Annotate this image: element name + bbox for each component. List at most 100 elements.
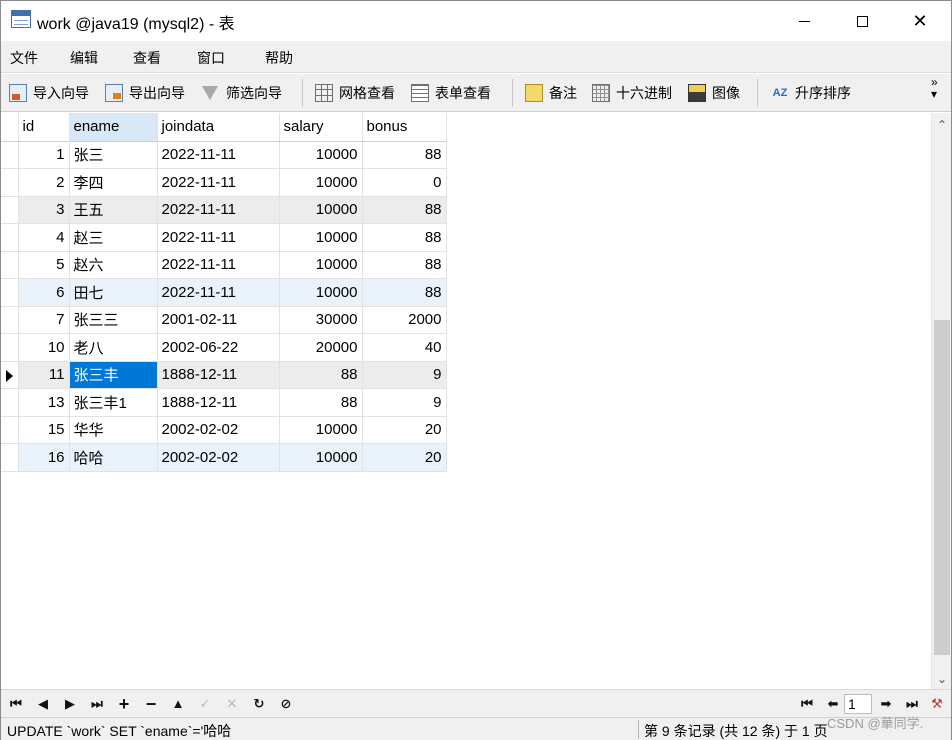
apply-changes-icon[interactable]: ✓ [195,694,215,714]
row-indicator[interactable] [1,223,19,252]
table-row[interactable]: 10 老八 2002-06-22 20000 40 [1,333,447,362]
row-indicator[interactable] [1,168,19,197]
cell-ename[interactable]: 田七 [69,278,158,307]
cell-id[interactable]: 7 [18,306,70,334]
close-button[interactable]: ✕ [891,1,949,41]
cell-salary[interactable]: 88 [279,361,363,389]
cell-ename[interactable]: 赵三 [69,223,158,252]
cell-joindata[interactable]: 2002-02-02 [157,416,280,444]
cell-ename[interactable]: 王五 [69,196,158,224]
cell-id[interactable]: 2 [18,168,70,197]
cell-salary[interactable]: 10000 [279,168,363,197]
table-row[interactable]: 4 赵三 2022-11-11 10000 88 [1,223,447,252]
cell-ename[interactable]: 赵六 [69,251,158,279]
discard-changes-icon[interactable]: ✕ [222,694,242,714]
cell-id[interactable]: 4 [18,223,70,252]
cell-id[interactable]: 16 [18,443,70,472]
row-indicator[interactable] [1,251,19,279]
table-row[interactable]: 1 张三 2022-11-11 10000 88 [1,141,447,169]
column-header-id[interactable]: id [18,113,70,142]
cell-joindata[interactable]: 2022-11-11 [157,141,280,169]
cell-id[interactable]: 13 [18,388,70,417]
cell-bonus[interactable]: 40 [362,333,447,362]
row-indicator[interactable] [1,306,19,334]
export-wizard-button[interactable]: 导出向导 [105,82,185,104]
cell-salary[interactable]: 10000 [279,196,363,224]
scrollbar-thumb[interactable] [934,320,950,655]
cell-ename[interactable]: 李四 [69,168,158,197]
grid-view-button[interactable]: 网格查看 [315,82,395,104]
cell-bonus[interactable]: 88 [362,223,447,252]
table-row[interactable]: 16 哈哈 2002-02-02 10000 20 [1,443,447,472]
cell-id[interactable]: 15 [18,416,70,444]
cell-joindata[interactable]: 2022-11-11 [157,278,280,307]
cell-joindata[interactable]: 1888-12-11 [157,361,280,389]
stop-icon[interactable]: ⊘ [276,694,296,714]
cell-id[interactable]: 11 [18,361,70,389]
vertical-scrollbar[interactable]: ⌃ ⌄ [931,113,951,689]
next-page-icon[interactable]: ➡ [876,694,896,714]
hex-button[interactable]: 十六进制 [592,82,672,104]
column-header-joindata[interactable]: joindata [157,113,280,142]
import-wizard-button[interactable]: 导入向导 [9,82,89,104]
row-indicator[interactable] [1,278,19,307]
cell-ename[interactable]: 哈哈 [69,443,158,472]
table-row[interactable]: 13 张三丰1 1888-12-11 88 9 [1,388,447,417]
cell-joindata[interactable]: 2002-02-02 [157,443,280,472]
column-header-salary[interactable]: salary [279,113,363,142]
column-header-ename[interactable]: ename [69,113,158,142]
menu-view[interactable]: 查看 [133,48,161,68]
cell-salary[interactable]: 10000 [279,416,363,444]
cell-ename[interactable]: 张三 [69,141,158,169]
page-number-input[interactable]: 1 [844,694,872,714]
last-page-icon[interactable]: ⏭ [902,694,922,714]
cell-bonus[interactable]: 88 [362,278,447,307]
cell-id[interactable]: 10 [18,333,70,362]
cell-bonus[interactable]: 88 [362,141,447,169]
move-up-icon[interactable]: ▲ [168,694,188,714]
first-record-icon[interactable]: ⏮ [6,694,26,714]
row-indicator[interactable] [1,361,19,389]
cell-id[interactable]: 6 [18,278,70,307]
toolbar-overflow-button[interactable]: » ▾ [931,76,938,100]
cell-joindata[interactable]: 1888-12-11 [157,388,280,417]
cell-bonus[interactable]: 2000 [362,306,447,334]
scroll-up-icon[interactable]: ⌃ [932,115,952,135]
cell-bonus[interactable]: 0 [362,168,447,197]
first-page-icon[interactable]: ⏮ [797,694,817,714]
row-indicator[interactable] [1,416,19,444]
cell-joindata[interactable]: 2022-11-11 [157,168,280,197]
form-view-button[interactable]: 表单查看 [411,82,491,104]
cell-bonus[interactable]: 9 [362,361,447,389]
row-indicator[interactable] [1,388,19,417]
last-record-icon[interactable]: ⏭ [87,694,107,714]
cell-ename[interactable]: 华华 [69,416,158,444]
table-row[interactable]: 11 张三丰 1888-12-11 88 9 [1,361,447,389]
cell-ename[interactable]: 张三丰 [69,361,158,389]
sort-ascending-button[interactable]: AZ 升序排序 [771,82,851,104]
cell-salary[interactable]: 10000 [279,251,363,279]
cell-salary[interactable]: 10000 [279,141,363,169]
table-row[interactable]: 6 田七 2022-11-11 10000 88 [1,278,447,307]
cell-joindata[interactable]: 2022-11-11 [157,251,280,279]
image-button[interactable]: 图像 [688,82,740,104]
cell-id[interactable]: 3 [18,196,70,224]
table-row[interactable]: 7 张三三 2001-02-11 30000 2000 [1,306,447,334]
cell-salary[interactable]: 10000 [279,223,363,252]
previous-record-icon[interactable]: ◀ [33,694,53,714]
memo-button[interactable]: 备注 [525,82,577,104]
filter-wizard-button[interactable]: 筛选向导 [202,82,282,104]
cell-joindata[interactable]: 2022-11-11 [157,196,280,224]
cell-ename[interactable]: 张三丰1 [69,388,158,417]
scroll-down-icon[interactable]: ⌄ [932,669,952,689]
maximize-button[interactable] [833,1,891,41]
add-record-icon[interactable]: + [114,694,134,714]
menu-edit[interactable]: 编辑 [70,48,98,68]
table-row[interactable]: 5 赵六 2022-11-11 10000 88 [1,251,447,279]
row-indicator[interactable] [1,443,19,472]
settings-icon[interactable]: ⚒ [927,694,947,714]
delete-record-icon[interactable]: − [141,694,161,714]
cell-bonus[interactable]: 20 [362,416,447,444]
cell-id[interactable]: 1 [18,141,70,169]
table-row[interactable]: 15 华华 2002-02-02 10000 20 [1,416,447,444]
